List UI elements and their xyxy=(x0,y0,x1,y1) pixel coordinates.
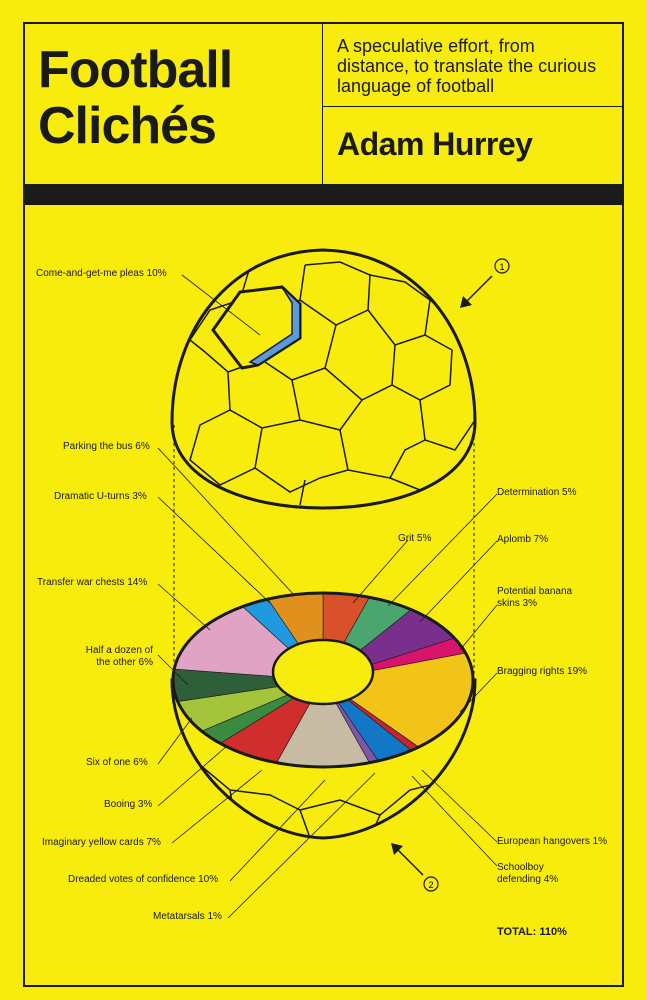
label-six-of-one: Six of one 6% xyxy=(86,757,148,768)
label-parking-bus: Parking the bus 6% xyxy=(63,441,150,452)
label-metatarsals: Metatarsals 1% xyxy=(153,911,222,922)
label-dreaded-votes: Dreaded votes of confidence 10% xyxy=(68,874,219,885)
marker-1-number: 1 xyxy=(499,262,504,272)
label-schoolboy-line2: defending 4% xyxy=(497,874,559,885)
label-booing: Booing 3% xyxy=(104,799,153,810)
label-half-dozen: Half a dozen of the other 6% xyxy=(80,645,153,669)
label-half-dozen-line2: the other 6% xyxy=(96,657,153,668)
label-banana-line2: skins 3% xyxy=(497,598,538,609)
label-determination: Determination 5% xyxy=(497,487,577,498)
label-european-hangovers: European hangovers 1% xyxy=(497,836,608,847)
label-come-and-get-me: Come-and-get-me pleas 10% xyxy=(36,268,167,279)
marker-2-number: 2 xyxy=(428,880,433,890)
label-aplomb: Aplomb 7% xyxy=(497,534,549,545)
label-banana-line1: Potential banana xyxy=(497,586,573,597)
pie-hole xyxy=(271,638,375,706)
label-schoolboy-line1: Schoolboy xyxy=(497,862,544,873)
label-grit: Grit 5% xyxy=(398,533,432,544)
label-half-dozen-line1: Half a dozen of xyxy=(85,645,153,656)
total-label: TOTAL: 110% xyxy=(497,926,567,938)
label-transfer-war: Transfer war chests 14% xyxy=(37,577,148,588)
label-potential-banana: Potential banana skins 3% xyxy=(497,586,572,610)
label-dramatic-uturns: Dramatic U-turns 3% xyxy=(54,491,147,502)
top-ball-half xyxy=(170,248,477,510)
label-imaginary-yellow: Imaginary yellow cards 7% xyxy=(42,837,161,848)
label-bragging-rights: Bragging rights 19% xyxy=(497,666,588,677)
label-schoolboy-defending: Schoolboy defending 4% xyxy=(497,862,558,886)
